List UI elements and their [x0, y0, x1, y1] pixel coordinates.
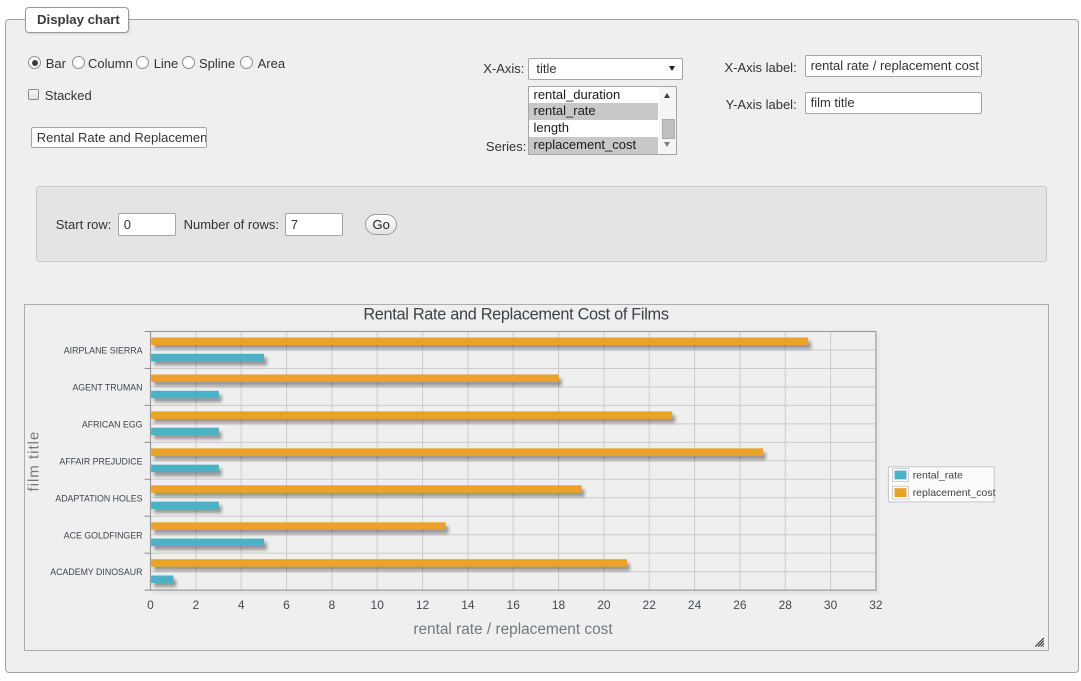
- svg-text:24: 24: [688, 598, 702, 612]
- svg-text:0: 0: [147, 598, 154, 612]
- svg-text:2: 2: [192, 598, 199, 612]
- svg-text:rental rate / replacement cost: rental rate / replacement cost: [413, 621, 613, 638]
- svg-text:28: 28: [779, 598, 793, 612]
- svg-text:AFRICAN EGG: AFRICAN EGG: [82, 419, 143, 429]
- svg-text:32: 32: [869, 598, 883, 612]
- svg-text:30: 30: [824, 598, 838, 612]
- svg-text:12: 12: [416, 598, 430, 612]
- svg-text:Rental Rate and Replacement Co: Rental Rate and Replacement Cost of Film…: [363, 305, 668, 323]
- svg-text:16: 16: [507, 598, 521, 612]
- svg-text:film title: film title: [26, 431, 43, 492]
- svg-text:26: 26: [733, 598, 747, 612]
- svg-text:AIRPLANE SIERRA: AIRPLANE SIERRA: [64, 346, 143, 356]
- svg-text:ADAPTATION HOLES: ADAPTATION HOLES: [55, 493, 142, 503]
- svg-text:ACE GOLDFINGER: ACE GOLDFINGER: [64, 530, 143, 540]
- svg-text:rental_rate: rental_rate: [913, 470, 963, 482]
- svg-text:AGENT TRUMAN: AGENT TRUMAN: [72, 382, 142, 392]
- svg-text:10: 10: [371, 598, 385, 612]
- svg-text:20: 20: [597, 598, 611, 612]
- svg-text:6: 6: [283, 598, 290, 612]
- svg-text:8: 8: [329, 598, 336, 612]
- svg-text:18: 18: [552, 598, 566, 612]
- svg-text:replacement_cost: replacement_cost: [913, 487, 996, 499]
- svg-text:14: 14: [461, 598, 475, 612]
- svg-text:AFFAIR PREJUDICE: AFFAIR PREJUDICE: [59, 456, 142, 466]
- svg-text:22: 22: [643, 598, 657, 612]
- svg-text:ACADEMY DINOSAUR: ACADEMY DINOSAUR: [50, 567, 142, 577]
- svg-text:4: 4: [238, 598, 245, 612]
